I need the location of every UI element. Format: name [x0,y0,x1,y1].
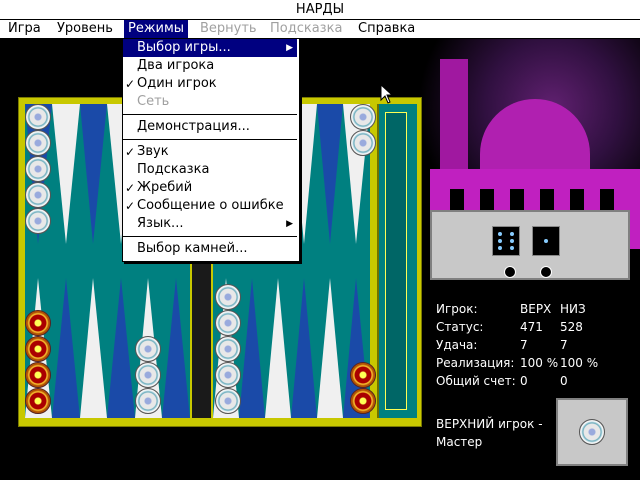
dice-cup-icon[interactable] [540,266,552,278]
stats-row-bottom: 528 [560,320,583,334]
stats-row-label: Статус: [436,320,484,334]
check-icon: ✓ [125,77,136,91]
checker-white-icon[interactable] [25,208,51,234]
dropdown-item-label: Сеть [137,94,170,109]
dice-cup-icon[interactable] [504,266,516,278]
menu-hint-label: Подсказка [270,21,343,36]
stats-header-bottom: НИЗ [560,302,586,316]
stats-row-top: 7 [520,338,528,352]
dropdown-item-label: Один игрок [137,76,217,91]
status-message-line1: ВЕРХНИЙ игрок - [436,417,543,431]
stats-header-top: ВЕРХ [520,302,552,316]
dropdown-item-hint[interactable]: Подсказка [123,161,297,179]
menu-level-label: Уровень [57,21,113,36]
modes-dropdown: Выбор игры... ▶ Два игрока ✓ Один игрок … [122,38,300,262]
dropdown-item-language[interactable]: Язык... ▶ [123,215,297,233]
checker-black-icon[interactable] [350,362,376,388]
submenu-arrow-icon: ▶ [286,43,293,53]
dropdown-item-error-message[interactable]: ✓ Сообщение о ошибке [123,197,297,215]
stats-row-bottom: 0 [560,374,568,388]
stats-row-top: 0 [520,374,528,388]
mouse-cursor-icon [380,84,394,104]
checker-white-icon[interactable] [25,182,51,208]
menu-level[interactable]: Уровень [53,20,117,38]
menu-help-label: Справка [358,21,416,36]
dropdown-item-one-player[interactable]: ✓ Один игрок [123,75,297,93]
submenu-arrow-icon: ▶ [286,219,293,229]
dropdown-item-label: Выбор игры... [137,40,231,55]
checker-white-icon[interactable] [25,156,51,182]
die-icon[interactable] [492,226,520,256]
check-icon: ✓ [125,145,136,159]
stats-header-label: Игрок: [436,302,478,316]
current-piece-panel [556,398,628,466]
checker-white-icon[interactable] [215,336,241,362]
dropdown-item-label: Звук [137,144,169,159]
menu-hint[interactable]: Подсказка [266,20,346,38]
dropdown-item-label: Подсказка [137,162,210,177]
dropdown-item-choose-stones[interactable]: Выбор камней... [123,240,297,258]
menu-game-label: Игра [8,21,41,36]
check-icon: ✓ [125,181,136,195]
dropdown-item-choose-game[interactable]: Выбор игры... ▶ [123,39,297,57]
check-icon: ✓ [125,199,136,213]
checker-black-icon[interactable] [25,310,51,336]
status-message: ВЕРХНИЙ игрок - Мастер [436,415,543,451]
checker-white-icon[interactable] [25,104,51,130]
dropdown-item-two-players[interactable]: Два игрока [123,57,297,75]
menu-modes[interactable]: Режимы [124,20,189,38]
checker-white-icon[interactable] [135,362,161,388]
dice-panel[interactable] [430,210,630,280]
checker-white-icon[interactable] [350,130,376,156]
dropdown-item-label: Демонстрация... [137,119,250,134]
checker-white-icon[interactable] [135,388,161,414]
checker-black-icon[interactable] [25,336,51,362]
dropdown-item-label: Сообщение о ошибке [137,198,284,213]
checker-white-icon[interactable] [135,336,161,362]
menu-separator [123,139,297,140]
dropdown-item-demo[interactable]: Демонстрация... [123,118,297,136]
menu-undo[interactable]: Вернуть [196,20,261,38]
checker-black-icon[interactable] [350,388,376,414]
menu-bar: Игра Уровень Режимы Вернуть Подсказка Сп… [0,20,640,39]
stats-row-label: Удача: [436,338,478,352]
menu-separator [123,236,297,237]
menu-separator [123,114,297,115]
tray-slot [385,112,407,410]
dropdown-item-label: Жребий [137,180,193,195]
stats-row-label: Реализация: [436,356,515,370]
checker-white-icon [579,419,605,445]
stats-row-label: Общий счет: [436,374,516,388]
dropdown-item-label: Выбор камней... [137,241,248,256]
dropdown-item-label: Язык... [137,216,184,231]
checker-white-icon[interactable] [215,362,241,388]
checker-white-icon[interactable] [350,104,376,130]
dropdown-item-label: Два игрока [137,58,215,73]
stats-row-top: 471 [520,320,543,334]
die-icon[interactable] [532,226,560,256]
menu-help[interactable]: Справка [354,20,419,38]
checker-white-icon[interactable] [215,284,241,310]
stats-row-bottom: 7 [560,338,568,352]
checker-white-icon[interactable] [215,310,241,336]
menu-game[interactable]: Игра [4,20,45,38]
checker-black-icon[interactable] [25,362,51,388]
bear-off-tray[interactable] [377,104,417,418]
dropdown-item-sound[interactable]: ✓ Звук [123,143,297,161]
dropdown-item-lot[interactable]: ✓ Жребий [123,179,297,197]
menu-modes-label: Режимы [128,21,185,36]
checker-black-icon[interactable] [25,388,51,414]
checker-white-icon[interactable] [215,388,241,414]
stats-row-top: 100 % [520,356,559,370]
menu-undo-label: Вернуть [200,21,257,36]
dropdown-item-network[interactable]: Сеть [123,93,297,111]
status-message-line2: Мастер [436,435,483,449]
window-title: НАРДЫ [0,0,640,20]
checker-white-icon[interactable] [25,130,51,156]
stats-row-bottom: 100 % [560,356,599,370]
